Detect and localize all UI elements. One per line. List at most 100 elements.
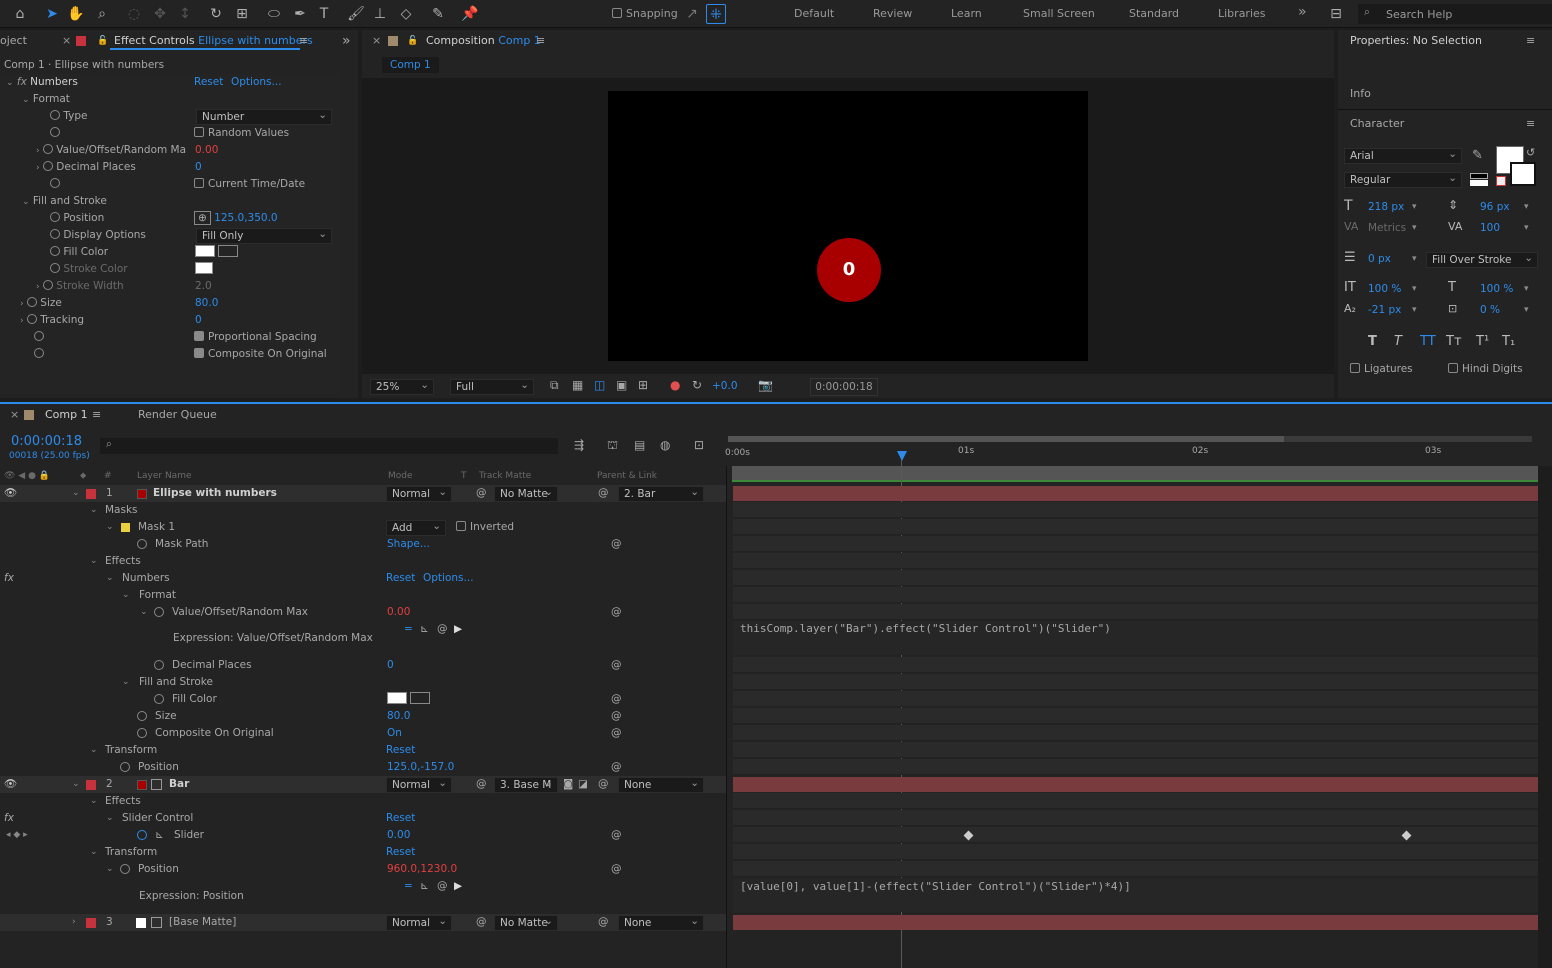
- more-workspaces-icon[interactable]: »: [1298, 4, 1307, 20]
- snap-feature-icon[interactable]: ⁜: [706, 4, 726, 24]
- stopwatch-icon[interactable]: [26, 297, 37, 307]
- vertical-scale-field[interactable]: 100 %: [1368, 283, 1401, 295]
- workspace-small-screen[interactable]: Small Screen: [1023, 7, 1095, 20]
- comp-panel-menu-icon[interactable]: ≡: [536, 30, 545, 52]
- font-size-dropdown-icon[interactable]: ▾: [1412, 202, 1417, 212]
- ec-type-dropdown[interactable]: Number: [196, 108, 332, 125]
- tsume-field[interactable]: 0 %: [1480, 304, 1500, 316]
- ec-decimal-field[interactable]: 0: [195, 159, 202, 176]
- stopwatch-icon[interactable]: [50, 246, 60, 256]
- rotate-tool-icon[interactable]: ↻: [206, 4, 226, 24]
- project-tab[interactable]: oject: [0, 30, 27, 52]
- search-help-field[interactable]: ⌕ Search Help: [1358, 4, 1552, 24]
- hindi-digits-checkbox[interactable]: Hindi Digits: [1448, 361, 1523, 378]
- swap-colors-icon[interactable]: ↺: [1526, 146, 1535, 159]
- white-swatch[interactable]: [1470, 180, 1488, 186]
- ec-current-time-checkbox[interactable]: Current Time/Date: [194, 176, 305, 193]
- ec-stroke-width-field[interactable]: 2.0: [195, 278, 212, 295]
- time-ruler[interactable]: [732, 466, 1538, 480]
- workspace-default[interactable]: Default: [794, 7, 834, 20]
- dolly-camera-icon[interactable]: ↕: [175, 4, 195, 24]
- search-help-input[interactable]: Search Help: [1386, 8, 1452, 21]
- region-interest-icon[interactable]: ▣: [616, 378, 627, 392]
- small-caps-button[interactable]: Tт: [1446, 334, 1462, 349]
- ec-fill-stroke-group[interactable]: ⌄ Fill and Stroke: [22, 193, 107, 210]
- layer-label-swatch[interactable]: [86, 918, 96, 928]
- hand-tool-icon[interactable]: ✋: [66, 4, 86, 24]
- zoom-dropdown[interactable]: 25%: [370, 378, 434, 395]
- ec-position-field[interactable]: ⊕ 125.0,350.0: [194, 210, 278, 227]
- pickwhip-icon[interactable]: @: [611, 657, 622, 674]
- info-panel-tab[interactable]: Info: [1350, 83, 1371, 105]
- close-tab-icon[interactable]: ×: [62, 30, 71, 52]
- zoom-tool-icon[interactable]: ⌕: [92, 4, 112, 24]
- parent-pickwhip-icon[interactable]: @: [598, 776, 609, 793]
- pen-tool-icon[interactable]: ✒: [290, 4, 310, 24]
- matte-pickwhip-icon[interactable]: @: [476, 914, 487, 931]
- stopwatch-icon[interactable]: [154, 607, 164, 617]
- frame-blending-icon[interactable]: ▤: [634, 438, 645, 452]
- black-swatch[interactable]: [1470, 173, 1488, 179]
- stroke-color-swatch[interactable]: [1510, 162, 1536, 186]
- pan-behind-icon[interactable]: ⊞: [232, 4, 252, 24]
- workspace-libraries[interactable]: Libraries: [1218, 7, 1266, 20]
- roto-brush-icon[interactable]: ✎: [428, 4, 448, 24]
- panel-menu-icon[interactable]: ≡: [299, 30, 308, 52]
- layer-mode-dropdown[interactable]: Normal: [386, 485, 452, 502]
- comp-flowchart-icon[interactable]: ⇶: [574, 438, 584, 452]
- numbers-effect-row[interactable]: fx ⌄ Numbers Reset Options...: [0, 570, 726, 587]
- motion-blur-icon[interactable]: ◍: [660, 438, 670, 452]
- render-queue-tab[interactable]: Render Queue: [138, 404, 217, 426]
- comp-lock-icon[interactable]: 🔓: [407, 30, 418, 52]
- mask-visibility-icon[interactable]: ◫: [594, 378, 605, 392]
- workspace-review[interactable]: Review: [873, 7, 912, 20]
- track-matte-dropdown[interactable]: No Matte: [494, 914, 558, 931]
- selection-tool-icon[interactable]: ➤: [42, 4, 62, 24]
- layer-expand-icon[interactable]: ⌄: [72, 485, 80, 502]
- grid-guides-icon[interactable]: ⊞: [638, 378, 648, 392]
- layer-1-row[interactable]: 👁 ⌄ 1 Ellipse with numbers Normal @ No M…: [0, 485, 726, 502]
- no-color-swatch[interactable]: [1496, 176, 1506, 186]
- snap-option-icon[interactable]: ↗: [682, 4, 702, 24]
- faux-italic-button[interactable]: T: [1394, 334, 1402, 349]
- shy-icon[interactable]: ⛫: [607, 438, 618, 454]
- timeline-menu-icon[interactable]: ≡: [92, 404, 101, 426]
- layer-name[interactable]: Ellipse with numbers: [153, 485, 277, 502]
- composite-field[interactable]: On: [387, 725, 402, 742]
- eraser-tool-icon[interactable]: ◇: [396, 4, 416, 24]
- puppet-pin-icon[interactable]: 📌: [460, 4, 480, 24]
- baseline-shift-field[interactable]: -21 px: [1368, 304, 1401, 316]
- ec-effect-row[interactable]: ⌄ fx Numbers: [6, 74, 78, 91]
- ellipse-number-layer[interactable]: 0: [817, 238, 881, 302]
- ligatures-checkbox[interactable]: Ligatures: [1350, 361, 1413, 378]
- expression-pickwhip-icon[interactable]: @: [437, 621, 448, 638]
- fx-icon[interactable]: fx: [4, 570, 14, 587]
- stopwatch-icon[interactable]: [50, 229, 60, 239]
- transform-reset-link[interactable]: Reset: [386, 742, 415, 759]
- layer-3-duration-bar[interactable]: [733, 915, 1538, 930]
- horizontal-scale-field[interactable]: 100 %: [1480, 283, 1513, 295]
- close-comp-tab-icon[interactable]: ×: [372, 30, 381, 52]
- orbit-camera-icon[interactable]: ◌: [124, 4, 144, 24]
- baseline-dropdown-icon[interactable]: ▾: [1412, 305, 1417, 315]
- effects-group-2[interactable]: ⌄ Effects: [0, 793, 726, 810]
- reset-exposure-icon[interactable]: ↻: [692, 378, 702, 392]
- kerning-field[interactable]: Metrics: [1368, 222, 1406, 234]
- lock-icon[interactable]: 🔓: [97, 30, 108, 52]
- vscale-dropdown-icon[interactable]: ▾: [1412, 284, 1417, 294]
- comp-canvas[interactable]: 0: [608, 91, 1088, 361]
- ec-random-checkbox[interactable]: Random Values: [194, 125, 289, 142]
- character-panel-tab[interactable]: Character: [1350, 113, 1404, 135]
- stopwatch-icon[interactable]: [50, 127, 60, 137]
- crosshair-icon[interactable]: ⊕: [194, 211, 211, 225]
- effects-group[interactable]: ⌄ Effects: [0, 553, 726, 570]
- eyedropper-icon[interactable]: ✎: [1472, 148, 1483, 163]
- matte-pickwhip-icon[interactable]: @: [476, 485, 487, 502]
- ec-display-dropdown[interactable]: Fill Only: [196, 227, 332, 244]
- hscale-dropdown-icon[interactable]: ▾: [1524, 284, 1529, 294]
- transform-reset-link[interactable]: Reset: [386, 844, 415, 861]
- matte-invert-icon[interactable]: ◪: [578, 776, 588, 793]
- stopwatch-icon[interactable]: [50, 263, 60, 273]
- pickwhip-icon[interactable]: @: [611, 708, 622, 725]
- timeline-comp-tab[interactable]: Comp 1: [45, 404, 88, 426]
